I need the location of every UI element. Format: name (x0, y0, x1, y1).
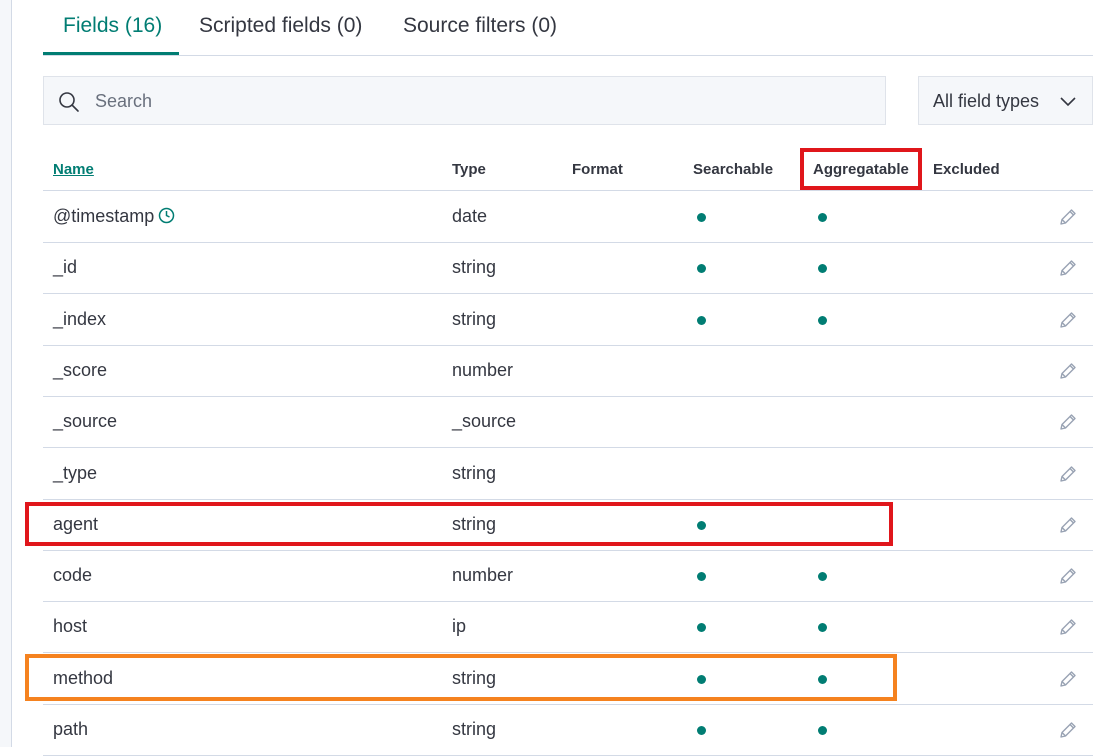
field-name-text: _index (53, 308, 107, 329)
field-name: agent (53, 514, 98, 535)
field-name: _source (53, 411, 117, 432)
aggregatable-indicator (818, 572, 827, 582)
field-type: string (452, 667, 497, 688)
field-type: string (452, 513, 497, 534)
searchable-indicator (697, 726, 706, 735)
searchable-indicator (697, 213, 706, 222)
edit-pencil-icon[interactable] (1058, 720, 1078, 740)
field-name-text: _type (53, 462, 98, 483)
field-name-text: host (53, 616, 88, 637)
table-row: _source _source (43, 396, 1093, 449)
edit-pencil-icon[interactable] (1058, 566, 1078, 586)
column-header-format: Format (572, 161, 623, 178)
field-name: code (53, 565, 92, 586)
table-row: agent string (43, 499, 1093, 551)
edit-pencil-icon[interactable] (1058, 258, 1078, 278)
search-input[interactable] (93, 77, 877, 126)
column-header-name[interactable]: Name (53, 161, 94, 178)
tab-fields[interactable]: Fields (16) (63, 14, 162, 42)
field-name-text: code (53, 565, 93, 586)
searchable-indicator (697, 623, 706, 633)
field-name-text: @timestamp (53, 206, 155, 226)
field-type: number (452, 565, 514, 586)
edit-pencil-icon[interactable] (1058, 464, 1078, 484)
field-type: string (452, 462, 497, 483)
field-type: string (452, 719, 497, 739)
table-row: host ip (43, 601, 1093, 654)
table-row: _id string (43, 242, 1093, 295)
table-row: path string (43, 704, 1093, 756)
edit-pencil-icon[interactable] (1058, 669, 1078, 689)
table-row: _score number (43, 345, 1093, 397)
field-type-select[interactable]: All field types (918, 76, 1093, 125)
field-name-text: _id (53, 257, 78, 278)
field-name: _index (53, 309, 106, 330)
searchable-indicator (697, 264, 706, 274)
aggregatable-indicator (818, 726, 827, 735)
aggregatable-indicator (818, 623, 827, 633)
table-row: _type string (43, 448, 1093, 500)
field-type: _source (452, 411, 517, 432)
searchable-indicator (697, 520, 706, 530)
tab-scripted-fields[interactable]: Scripted fields (0) (199, 14, 362, 42)
aggregatable-indicator (818, 674, 827, 684)
edit-pencil-icon[interactable] (1058, 207, 1078, 227)
field-name-text: _source (53, 411, 118, 432)
field-type: number (452, 359, 514, 380)
field-type: date (452, 206, 488, 226)
aggregatable-indicator (818, 213, 827, 222)
search-box (43, 76, 886, 126)
chevron-down-icon (1060, 97, 1076, 107)
aggregatable-indicator (818, 264, 827, 274)
field-name: method (53, 668, 113, 689)
active-tab-indicator (43, 52, 179, 55)
tab-source-filters[interactable]: Source filters (0) (403, 14, 557, 42)
field-name-text: _score (53, 359, 108, 380)
left-panel-border (0, 0, 12, 747)
field-name: host (53, 616, 87, 637)
edit-pencil-icon[interactable] (1058, 310, 1078, 330)
search-icon (59, 92, 79, 112)
field-type: ip (452, 616, 467, 637)
column-header-type: Type (452, 161, 486, 178)
tab-bar: Fields (16) Scripted fields (0) Source f… (43, 0, 1093, 56)
edit-pencil-icon[interactable] (1058, 617, 1078, 637)
clock-icon (159, 207, 175, 224)
searchable-indicator (697, 315, 706, 325)
table-header: Name Type Format Searchable Aggregatable… (43, 145, 1093, 191)
field-name-text: agent (53, 513, 99, 534)
field-name: _id (53, 257, 77, 278)
edit-pencil-icon[interactable] (1058, 412, 1078, 432)
edit-pencil-icon[interactable] (1058, 361, 1078, 381)
field-type: string (452, 257, 497, 278)
field-type-select-value: All field types (933, 91, 1040, 111)
table-row: @timestamp date (43, 191, 1093, 243)
field-type: string (452, 308, 497, 329)
searchable-indicator (697, 572, 706, 582)
field-name-text: path (53, 719, 89, 739)
aggregatable-indicator (818, 315, 827, 325)
searchable-indicator (697, 674, 706, 684)
table-row: _index string (43, 294, 1093, 346)
table-row: code number (43, 550, 1093, 603)
field-name: @timestamp (53, 206, 175, 227)
edit-pencil-icon[interactable] (1058, 515, 1078, 535)
column-header-excluded: Excluded (933, 161, 1000, 178)
field-name-text: method (53, 667, 114, 688)
column-header-aggregatable: Aggregatable (813, 161, 909, 178)
table-row: method string (43, 653, 1093, 705)
field-name: path (53, 719, 88, 740)
column-header-searchable: Searchable (693, 161, 774, 178)
field-name: _score (53, 360, 107, 381)
field-name: _type (53, 463, 97, 484)
